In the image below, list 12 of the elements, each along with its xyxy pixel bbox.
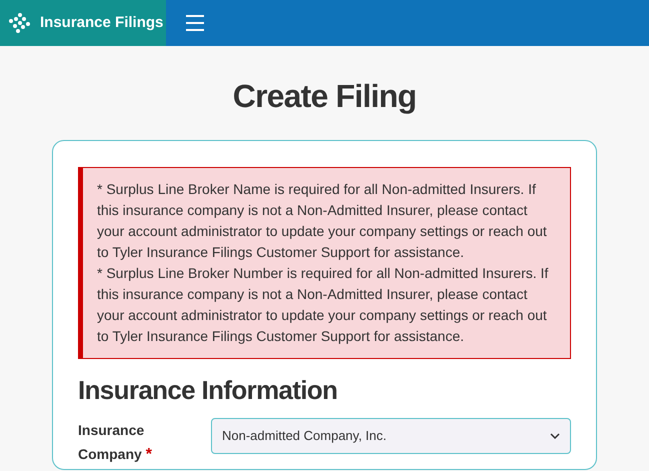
brand-bar[interactable]: Insurance Filings [0,0,166,46]
alert-message: * Surplus Line Broker Number is required for all Non-admitted Insurers. If this insurance company is not a Non-Admitted Insurer, please contact your account administrator to update your company settings or reach out to Tyler Insurance Filings Customer Support for assistance. [97,264,550,346]
chevron-down-icon [550,433,560,439]
required-mark: * [146,446,152,463]
alert-message: * Surplus Line Broker Name is required for all Non-admitted Insurers. If this insurance company is not a Non-Admitted Insurer, please contact your account administrator to update your company settings or reach out to Tyler Insurance Filings Customer Support for assistance. [97,180,548,262]
page-title: Create Filing [232,77,418,116]
logo-icon [8,12,32,34]
menu-icon[interactable] [186,15,204,31]
field-label: Insurance Company * [78,421,154,465]
section-title: Insurance Information [78,374,338,407]
brand-name: Insurance Filings [40,12,164,33]
company-select[interactable]: Non-admitted Company, Inc. [211,418,571,454]
